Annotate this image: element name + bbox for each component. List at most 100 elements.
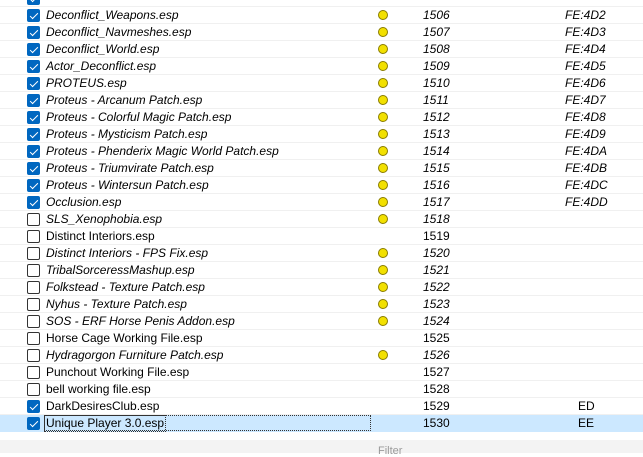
plugin-list[interactable]: Deconflict_Weapons.esp 1506 FE:4D2 Deconfli… (0, 0, 643, 440)
yellow-flag-icon (378, 163, 388, 173)
plugin-row[interactable] (0, 0, 643, 7)
plugin-index: 1530 (423, 416, 450, 430)
plugin-name: Distinct Interiors - FPS Fix.esp (46, 246, 209, 260)
plugin-name: Actor_Deconflict.esp (46, 59, 157, 73)
plugin-index: 1512 (423, 110, 450, 124)
plugin-name: Punchout Working File.esp (46, 365, 190, 379)
yellow-flag-icon (378, 299, 388, 309)
plugin-form-id: ED (578, 399, 595, 413)
checkbox-unchecked[interactable] (27, 332, 40, 345)
plugin-row[interactable]: Nyhus - Texture Patch.esp 1523 (0, 296, 643, 313)
plugin-row[interactable]: Proteus - Mysticism Patch.esp 1513 FE:4D9 (0, 126, 643, 143)
plugin-name: Deconflict_Weapons.esp (46, 8, 179, 22)
plugin-name: Proteus - Phenderix Magic World Patch.es… (46, 144, 279, 158)
yellow-flag-icon (378, 350, 388, 360)
plugin-name: Deconflict_Navmeshes.esp (46, 25, 192, 39)
checkbox-checked[interactable] (27, 111, 40, 124)
plugin-index: 1514 (423, 144, 450, 158)
filter-input[interactable]: Filter (378, 445, 402, 457)
plugin-row[interactable]: Folkstead - Texture Patch.esp 1522 (0, 279, 643, 296)
plugin-name: Deconflict_World.esp (46, 42, 160, 56)
plugin-row[interactable]: Proteus - Arcanum Patch.esp 1511 FE:4D7 (0, 92, 643, 109)
plugin-row[interactable]: Proteus - Phenderix Magic World Patch.es… (0, 143, 643, 160)
plugin-index: 1511 (423, 93, 449, 107)
checkbox-unchecked[interactable] (27, 264, 40, 277)
checkbox-checked[interactable] (27, 179, 40, 192)
plugin-row[interactable]: PROTEUS.esp 1510 FE:4D6 (0, 75, 643, 92)
checkbox-unchecked[interactable] (27, 383, 40, 396)
plugin-row[interactable]: Occlusion.esp 1517 FE:4DD (0, 194, 643, 211)
plugin-row[interactable]: DarkDesiresClub.esp 1529 ED (0, 398, 643, 415)
plugin-name: Occlusion.esp (46, 195, 122, 209)
plugin-row[interactable]: Distinct Interiors - FPS Fix.esp 1520 (0, 245, 643, 262)
plugin-form-id: FE:4D5 (565, 59, 606, 73)
plugin-row[interactable]: Deconflict_Navmeshes.esp 1507 FE:4D3 (0, 24, 643, 41)
plugin-row[interactable]: Punchout Working File.esp 1527 (0, 364, 643, 381)
plugin-row[interactable]: Proteus - Triumvirate Patch.esp 1515 FE:4D… (0, 160, 643, 177)
checkbox-unchecked[interactable] (27, 349, 40, 362)
plugin-form-id: FE:4D4 (565, 42, 606, 56)
checkbox-checked[interactable] (27, 77, 40, 90)
plugin-name: bell working file.esp (46, 382, 151, 396)
plugin-row[interactable]: Deconflict_Weapons.esp 1506 FE:4D2 (0, 7, 643, 24)
plugin-row[interactable]: bell working file.esp 1528 (0, 381, 643, 398)
checkbox-checked[interactable] (27, 128, 40, 141)
checkbox-checked[interactable] (27, 43, 40, 56)
checkbox-checked[interactable] (27, 60, 40, 73)
yellow-flag-icon (378, 44, 388, 54)
plugin-index: 1519 (423, 229, 450, 243)
plugin-row[interactable]: Deconflict_World.esp 1508 FE:4D4 (0, 41, 643, 58)
checkbox-checked[interactable] (27, 145, 40, 158)
plugin-name: Nyhus - Texture Patch.esp (46, 297, 187, 311)
plugin-form-id: FE:4D7 (565, 93, 606, 107)
checkbox-checked[interactable] (27, 9, 40, 22)
plugin-index: 1508 (423, 42, 450, 56)
plugin-row[interactable]: Hydragorgon Furniture Patch.esp 1526 (0, 347, 643, 364)
plugin-row[interactable]: TribalSorceressMashup.esp 1521 (0, 262, 643, 279)
plugin-row[interactable]: Proteus - Wintersun Patch.esp 1516 FE:4DC (0, 177, 643, 194)
plugin-name: DarkDesiresClub.esp (46, 399, 160, 413)
plugin-form-id: FE:4DB (565, 161, 608, 175)
checkbox-unchecked[interactable] (27, 298, 40, 311)
plugin-index: 1521 (423, 263, 450, 277)
checkbox-checked[interactable] (27, 417, 40, 430)
yellow-flag-icon (378, 248, 388, 258)
checkbox-unchecked[interactable] (27, 281, 40, 294)
plugin-row[interactable]: Horse Cage Working File.esp 1525 (0, 330, 643, 347)
plugin-index: 1506 (423, 8, 450, 22)
plugin-row[interactable]: SLS_Xenophobia.esp 1518 (0, 211, 643, 228)
plugin-name: Proteus - Wintersun Patch.esp (46, 178, 209, 192)
plugin-index: 1524 (423, 314, 450, 328)
yellow-flag-icon (378, 61, 388, 71)
plugin-form-id: FE:4DA (565, 144, 608, 158)
plugin-row[interactable]: SOS - ERF Horse Penis Addon.esp 1524 (0, 313, 643, 330)
checkbox-unchecked[interactable] (27, 315, 40, 328)
plugin-name: Proteus - Mysticism Patch.esp (46, 127, 208, 141)
yellow-flag-icon (378, 282, 388, 292)
plugin-index: 1520 (423, 246, 450, 260)
checkbox-unchecked[interactable] (27, 366, 40, 379)
yellow-flag-icon (378, 129, 388, 139)
checkbox-checked[interactable] (27, 0, 40, 5)
plugin-name: Proteus - Arcanum Patch.esp (46, 93, 203, 107)
plugin-index: 1510 (423, 76, 450, 90)
plugin-row[interactable]: Actor_Deconflict.esp 1509 FE:4D5 (0, 58, 643, 75)
checkbox-checked[interactable] (27, 94, 40, 107)
plugin-form-id: FE:4D2 (565, 8, 606, 22)
filter-bar[interactable]: Filter (0, 440, 643, 457)
checkbox-unchecked[interactable] (27, 247, 40, 260)
checkbox-checked[interactable] (27, 400, 40, 413)
checkbox-unchecked[interactable] (27, 230, 40, 243)
checkbox-checked[interactable] (27, 196, 40, 209)
plugin-name: Distinct Interiors.esp (46, 229, 155, 243)
checkbox-unchecked[interactable] (27, 213, 40, 226)
plugin-index: 1507 (423, 25, 450, 39)
plugin-index: 1516 (423, 178, 450, 192)
plugin-row[interactable]: Distinct Interiors.esp 1519 (0, 228, 643, 245)
plugin-index: 1513 (423, 127, 450, 141)
plugin-row[interactable]: Unique Player 3.0.esp 1530 EE (0, 415, 643, 432)
checkbox-checked[interactable] (27, 26, 40, 39)
plugin-index: 1515 (423, 161, 450, 175)
checkbox-checked[interactable] (27, 162, 40, 175)
plugin-row[interactable]: Proteus - Colorful Magic Patch.esp 1512 FE… (0, 109, 643, 126)
